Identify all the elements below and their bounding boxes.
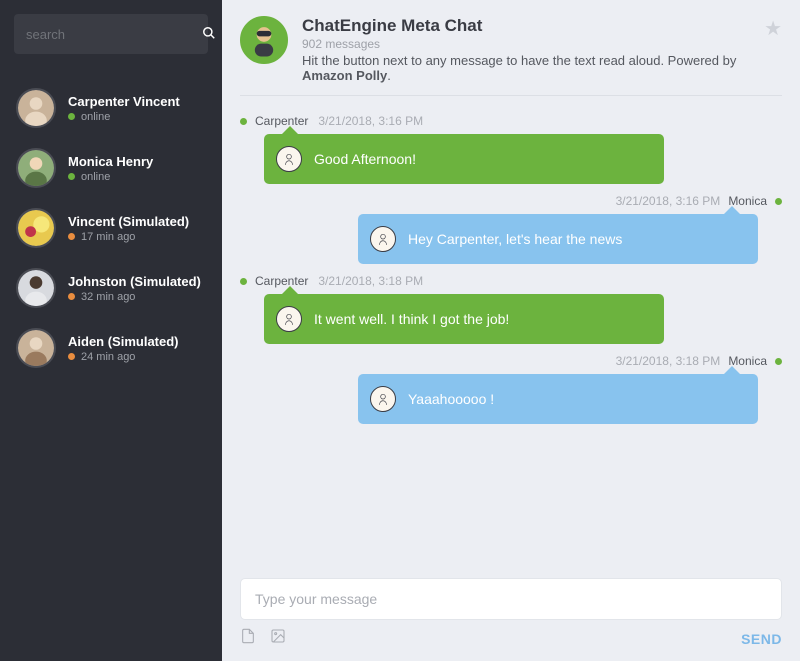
contact-item[interactable]: Johnston (Simulated) 32 min ago (0, 258, 222, 318)
play-audio-button[interactable] (370, 386, 396, 412)
message-text: Hey Carpenter, let's hear the news (408, 231, 622, 247)
sidebar: Carpenter Vincent online Monica Henry on… (0, 0, 222, 661)
chat-description: Hit the button next to any message to ha… (302, 53, 756, 83)
play-audio-button[interactable] (276, 146, 302, 172)
message-group: Carpenter 3/21/2018, 3:16 PM Good Aftern… (240, 114, 782, 184)
message-text: Yaaahooooo ! (408, 391, 494, 407)
star-icon[interactable]: ★ (764, 16, 782, 41)
status-dot-icon (240, 278, 247, 285)
contact-name: Carpenter Vincent (68, 94, 180, 109)
status-text: online (81, 171, 110, 183)
status-dot-icon (68, 233, 75, 240)
play-audio-button[interactable] (276, 306, 302, 332)
message-bubble: Hey Carpenter, let's hear the news (358, 214, 758, 264)
contact-status: 17 min ago (68, 231, 189, 243)
avatar (16, 88, 56, 128)
message-text: It went well. I think I got the job! (314, 311, 509, 327)
send-button[interactable]: SEND (741, 631, 782, 647)
message-input[interactable] (255, 591, 767, 607)
avatar (16, 148, 56, 188)
status-dot-icon (68, 113, 75, 120)
search-box[interactable] (14, 14, 208, 54)
message-input-row[interactable] (240, 578, 782, 620)
message-meta: 3/21/2018, 3:18 PM Monica (240, 354, 782, 368)
search-input[interactable] (26, 27, 202, 42)
status-text: online (81, 111, 110, 123)
contact-status: online (68, 171, 153, 183)
message-bubble: It went well. I think I got the job! (264, 294, 664, 344)
avatar (16, 328, 56, 368)
attach-image-icon[interactable] (270, 628, 286, 649)
contact-status: online (68, 111, 180, 123)
status-dot-icon (240, 118, 247, 125)
message-group: 3/21/2018, 3:18 PM Monica Yaaahooooo ! (240, 354, 782, 424)
message-text: Good Afternoon! (314, 151, 416, 167)
chat-avatar (240, 16, 288, 64)
contact-name: Monica Henry (68, 154, 153, 169)
message-group: Carpenter 3/21/2018, 3:18 PM It went wel… (240, 274, 782, 344)
attach-file-icon[interactable] (240, 628, 256, 649)
avatar (16, 268, 56, 308)
search-icon (202, 26, 216, 43)
message-time: 3/21/2018, 3:18 PM (616, 354, 721, 368)
header-divider (240, 95, 782, 96)
message-meta: Carpenter 3/21/2018, 3:18 PM (240, 274, 782, 288)
contact-item[interactable]: Monica Henry online (0, 138, 222, 198)
status-dot-icon (775, 198, 782, 205)
contact-status: 24 min ago (68, 351, 179, 363)
composer: SEND (222, 568, 800, 661)
contact-item[interactable]: Carpenter Vincent online (0, 78, 222, 138)
message-time: 3/21/2018, 3:18 PM (318, 274, 423, 288)
status-text: 24 min ago (81, 351, 135, 363)
message-group: 3/21/2018, 3:16 PM Monica Hey Carpenter,… (240, 194, 782, 264)
status-dot-icon (68, 293, 75, 300)
chat-main: ChatEngine Meta Chat 902 messages Hit th… (222, 0, 800, 661)
status-text: 17 min ago (81, 231, 135, 243)
message-bubble: Yaaahooooo ! (358, 374, 758, 424)
status-text: 32 min ago (81, 291, 135, 303)
message-meta: Carpenter 3/21/2018, 3:16 PM (240, 114, 782, 128)
messages-list[interactable]: Carpenter 3/21/2018, 3:16 PM Good Aftern… (222, 104, 800, 568)
chat-title: ChatEngine Meta Chat (302, 16, 756, 36)
play-audio-button[interactable] (370, 226, 396, 252)
contact-item[interactable]: Vincent (Simulated) 17 min ago (0, 198, 222, 258)
contacts-list: Carpenter Vincent online Monica Henry on… (0, 78, 222, 378)
status-dot-icon (68, 173, 75, 180)
avatar (16, 208, 56, 248)
message-meta: 3/21/2018, 3:16 PM Monica (240, 194, 782, 208)
message-time: 3/21/2018, 3:16 PM (318, 114, 423, 128)
contact-name: Johnston (Simulated) (68, 274, 201, 289)
message-bubble: Good Afternoon! (264, 134, 664, 184)
message-time: 3/21/2018, 3:16 PM (616, 194, 721, 208)
contact-status: 32 min ago (68, 291, 201, 303)
status-dot-icon (68, 353, 75, 360)
chat-header: ChatEngine Meta Chat 902 messages Hit th… (222, 0, 800, 95)
contact-item[interactable]: Aiden (Simulated) 24 min ago (0, 318, 222, 378)
message-count: 902 messages (302, 37, 756, 51)
contact-name: Vincent (Simulated) (68, 214, 189, 229)
contact-name: Aiden (Simulated) (68, 334, 179, 349)
status-dot-icon (775, 358, 782, 365)
